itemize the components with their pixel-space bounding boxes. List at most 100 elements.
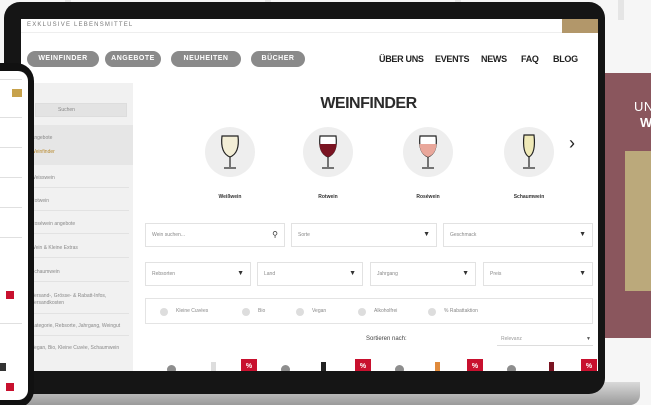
laptop: EXKLUSIVE LEBENSMITTEL WEINFINDER ANGEBO…	[4, 2, 605, 394]
select-label: Rebsorten	[152, 271, 176, 277]
promo-text: UN	[634, 99, 651, 114]
checkbox-filter-bar: Kleine Cuvées Bio Vegan Alkoholfrei % Ra…	[145, 298, 593, 324]
tablet-accent[interactable]	[12, 89, 22, 97]
divider	[31, 210, 129, 211]
bottle-image[interactable]	[321, 362, 326, 371]
sale-badge	[6, 291, 14, 299]
caret-down-icon: ▼	[349, 270, 356, 277]
wine-type-sparkling[interactable]	[504, 127, 554, 177]
info-icon[interactable]	[167, 365, 176, 371]
wine-type-label: Schaumwein	[513, 194, 545, 200]
sale-badge: %	[467, 359, 483, 371]
tablet-bar	[0, 363, 6, 371]
info-icon[interactable]	[395, 365, 404, 371]
nav-link-ueber-uns[interactable]: ÜBER UNS	[379, 54, 424, 64]
sale-badge: %	[355, 359, 371, 371]
bottle-image[interactable]	[211, 362, 216, 371]
sidebar-item[interactable]: Angebote	[31, 135, 52, 141]
checkbox-label: Vegan	[312, 308, 327, 314]
sidebar-item[interactable]: Schaumwein	[31, 269, 60, 275]
divider	[31, 281, 129, 282]
wine-type-label: Weißwein	[218, 194, 242, 200]
caret-down-icon: ▼	[579, 231, 586, 238]
select-label: Sorte	[298, 232, 310, 238]
caret-down-icon: ▼	[462, 270, 469, 277]
promo-image	[625, 151, 651, 291]
top-strip: EXKLUSIVE LEBENSMITTEL	[21, 19, 598, 33]
select-rebsorten[interactable]: Rebsorten ▼	[145, 262, 251, 286]
select-label: Geschmack	[450, 232, 477, 238]
page-title: WEINFINDER	[320, 95, 417, 112]
caret-down-icon: ▼	[423, 231, 430, 238]
sidebar-item[interactable]: Roséwein angebote	[31, 221, 75, 227]
search-input[interactable]: Wein suchen... ⚲	[145, 223, 285, 247]
bottle-image[interactable]	[435, 362, 440, 371]
select-sorte[interactable]: Sorte ▼	[291, 223, 437, 247]
nav-pill-angebote[interactable]: ANGEBOTE	[105, 51, 161, 67]
select-geschmack[interactable]: Geschmack ▼	[443, 223, 593, 247]
divider	[31, 335, 129, 336]
brand-text: EXKLUSIVE LEBENSMITTEL	[27, 22, 134, 28]
divider	[31, 233, 129, 234]
nav-link-news[interactable]: NEWS	[481, 54, 507, 64]
divider	[0, 177, 22, 178]
sale-badge: %	[241, 359, 257, 371]
sidebar-item[interactable]: Weisswein	[31, 175, 55, 181]
tablet	[0, 63, 34, 405]
select-label: Preis	[490, 271, 502, 277]
sidebar-item-active[interactable]: Weinfinder	[31, 149, 55, 155]
divider	[0, 237, 22, 238]
nav-pill-neuheiten[interactable]: NEUHEITEN	[171, 51, 241, 67]
select-preis[interactable]: Preis ▼	[483, 262, 593, 286]
select-jahrgang[interactable]: Jahrgang ▼	[370, 262, 476, 286]
nav-link-blog[interactable]: BLOG	[553, 54, 578, 64]
sidebar-item[interactable]: Vegan, Bio, Kleine Cuvée, Schaumwein	[31, 345, 127, 352]
top-accent-block[interactable]	[562, 19, 598, 33]
wine-type-label: Roséwein	[416, 194, 440, 200]
checkbox-label: Alkoholfrei	[374, 308, 398, 314]
nav-pill-weinfinder[interactable]: WEINFINDER	[27, 51, 99, 67]
background-stand	[618, 0, 624, 20]
wine-type-white[interactable]	[205, 127, 255, 177]
bottle-image[interactable]	[549, 362, 554, 371]
sidebar: Suchen Angebote Weinfinder Weisswein Rot…	[21, 83, 133, 371]
divider	[31, 313, 129, 314]
chevron-right-icon[interactable]: ›	[569, 133, 575, 154]
caret-down-icon: ▼	[237, 270, 244, 277]
info-icon[interactable]	[281, 365, 290, 371]
main-content: WEINFINDER Weißwein Rotwein Roséwein Sch…	[139, 83, 598, 371]
select-land[interactable]: Land ▼	[257, 262, 363, 286]
nav-link-faq[interactable]: FAQ	[521, 54, 539, 64]
info-icon[interactable]	[507, 365, 516, 371]
wine-type-label: Rotwein	[318, 194, 338, 200]
caret-down-icon: ▼	[579, 270, 586, 277]
promo-text-bold: W	[640, 115, 651, 130]
laptop-screen: EXKLUSIVE LEBENSMITTEL WEINFINDER ANGEBO…	[21, 19, 598, 371]
divider	[0, 147, 22, 148]
divider	[31, 187, 129, 188]
sidebar-item[interactable]: Versand-, Grösse- & Rabatt-Infos, Versan…	[31, 293, 127, 307]
main-nav: WEINFINDER ANGEBOTE NEUHEITEN BÜCHER ÜBE…	[21, 33, 598, 83]
sparkling-glass-icon	[522, 134, 536, 169]
sale-badge: %	[581, 359, 597, 371]
wine-type-red[interactable]	[303, 127, 353, 177]
sort-select[interactable]: Relevanz ▼	[497, 332, 593, 346]
nav-pill-buecher[interactable]: BÜCHER	[251, 51, 305, 67]
sidebar-search[interactable]: Suchen	[35, 103, 127, 117]
promo-panel: UN W	[603, 73, 651, 338]
nav-link-events[interactable]: EVENTS	[435, 54, 470, 64]
sidebar-active-block: Angebote Weinfinder	[21, 125, 133, 165]
checkbox[interactable]	[296, 308, 304, 316]
sidebar-item[interactable]: Kategorie, Rebsorte, Jahrgang, Weingut	[31, 323, 127, 329]
checkbox[interactable]	[242, 308, 250, 316]
search-icon: ⚲	[272, 230, 278, 239]
search-placeholder: Wein suchen...	[152, 232, 185, 238]
checkbox[interactable]	[428, 308, 436, 316]
sidebar-item[interactable]: Wein & Kleine Extras	[31, 245, 78, 251]
checkbox[interactable]	[160, 308, 168, 316]
sort-label: Sortieren nach:	[366, 336, 407, 342]
checkbox-label: % Rabattaktion	[444, 308, 478, 314]
caret-down-icon: ▼	[586, 336, 591, 342]
wine-type-rose[interactable]	[403, 127, 453, 177]
checkbox[interactable]	[358, 308, 366, 316]
